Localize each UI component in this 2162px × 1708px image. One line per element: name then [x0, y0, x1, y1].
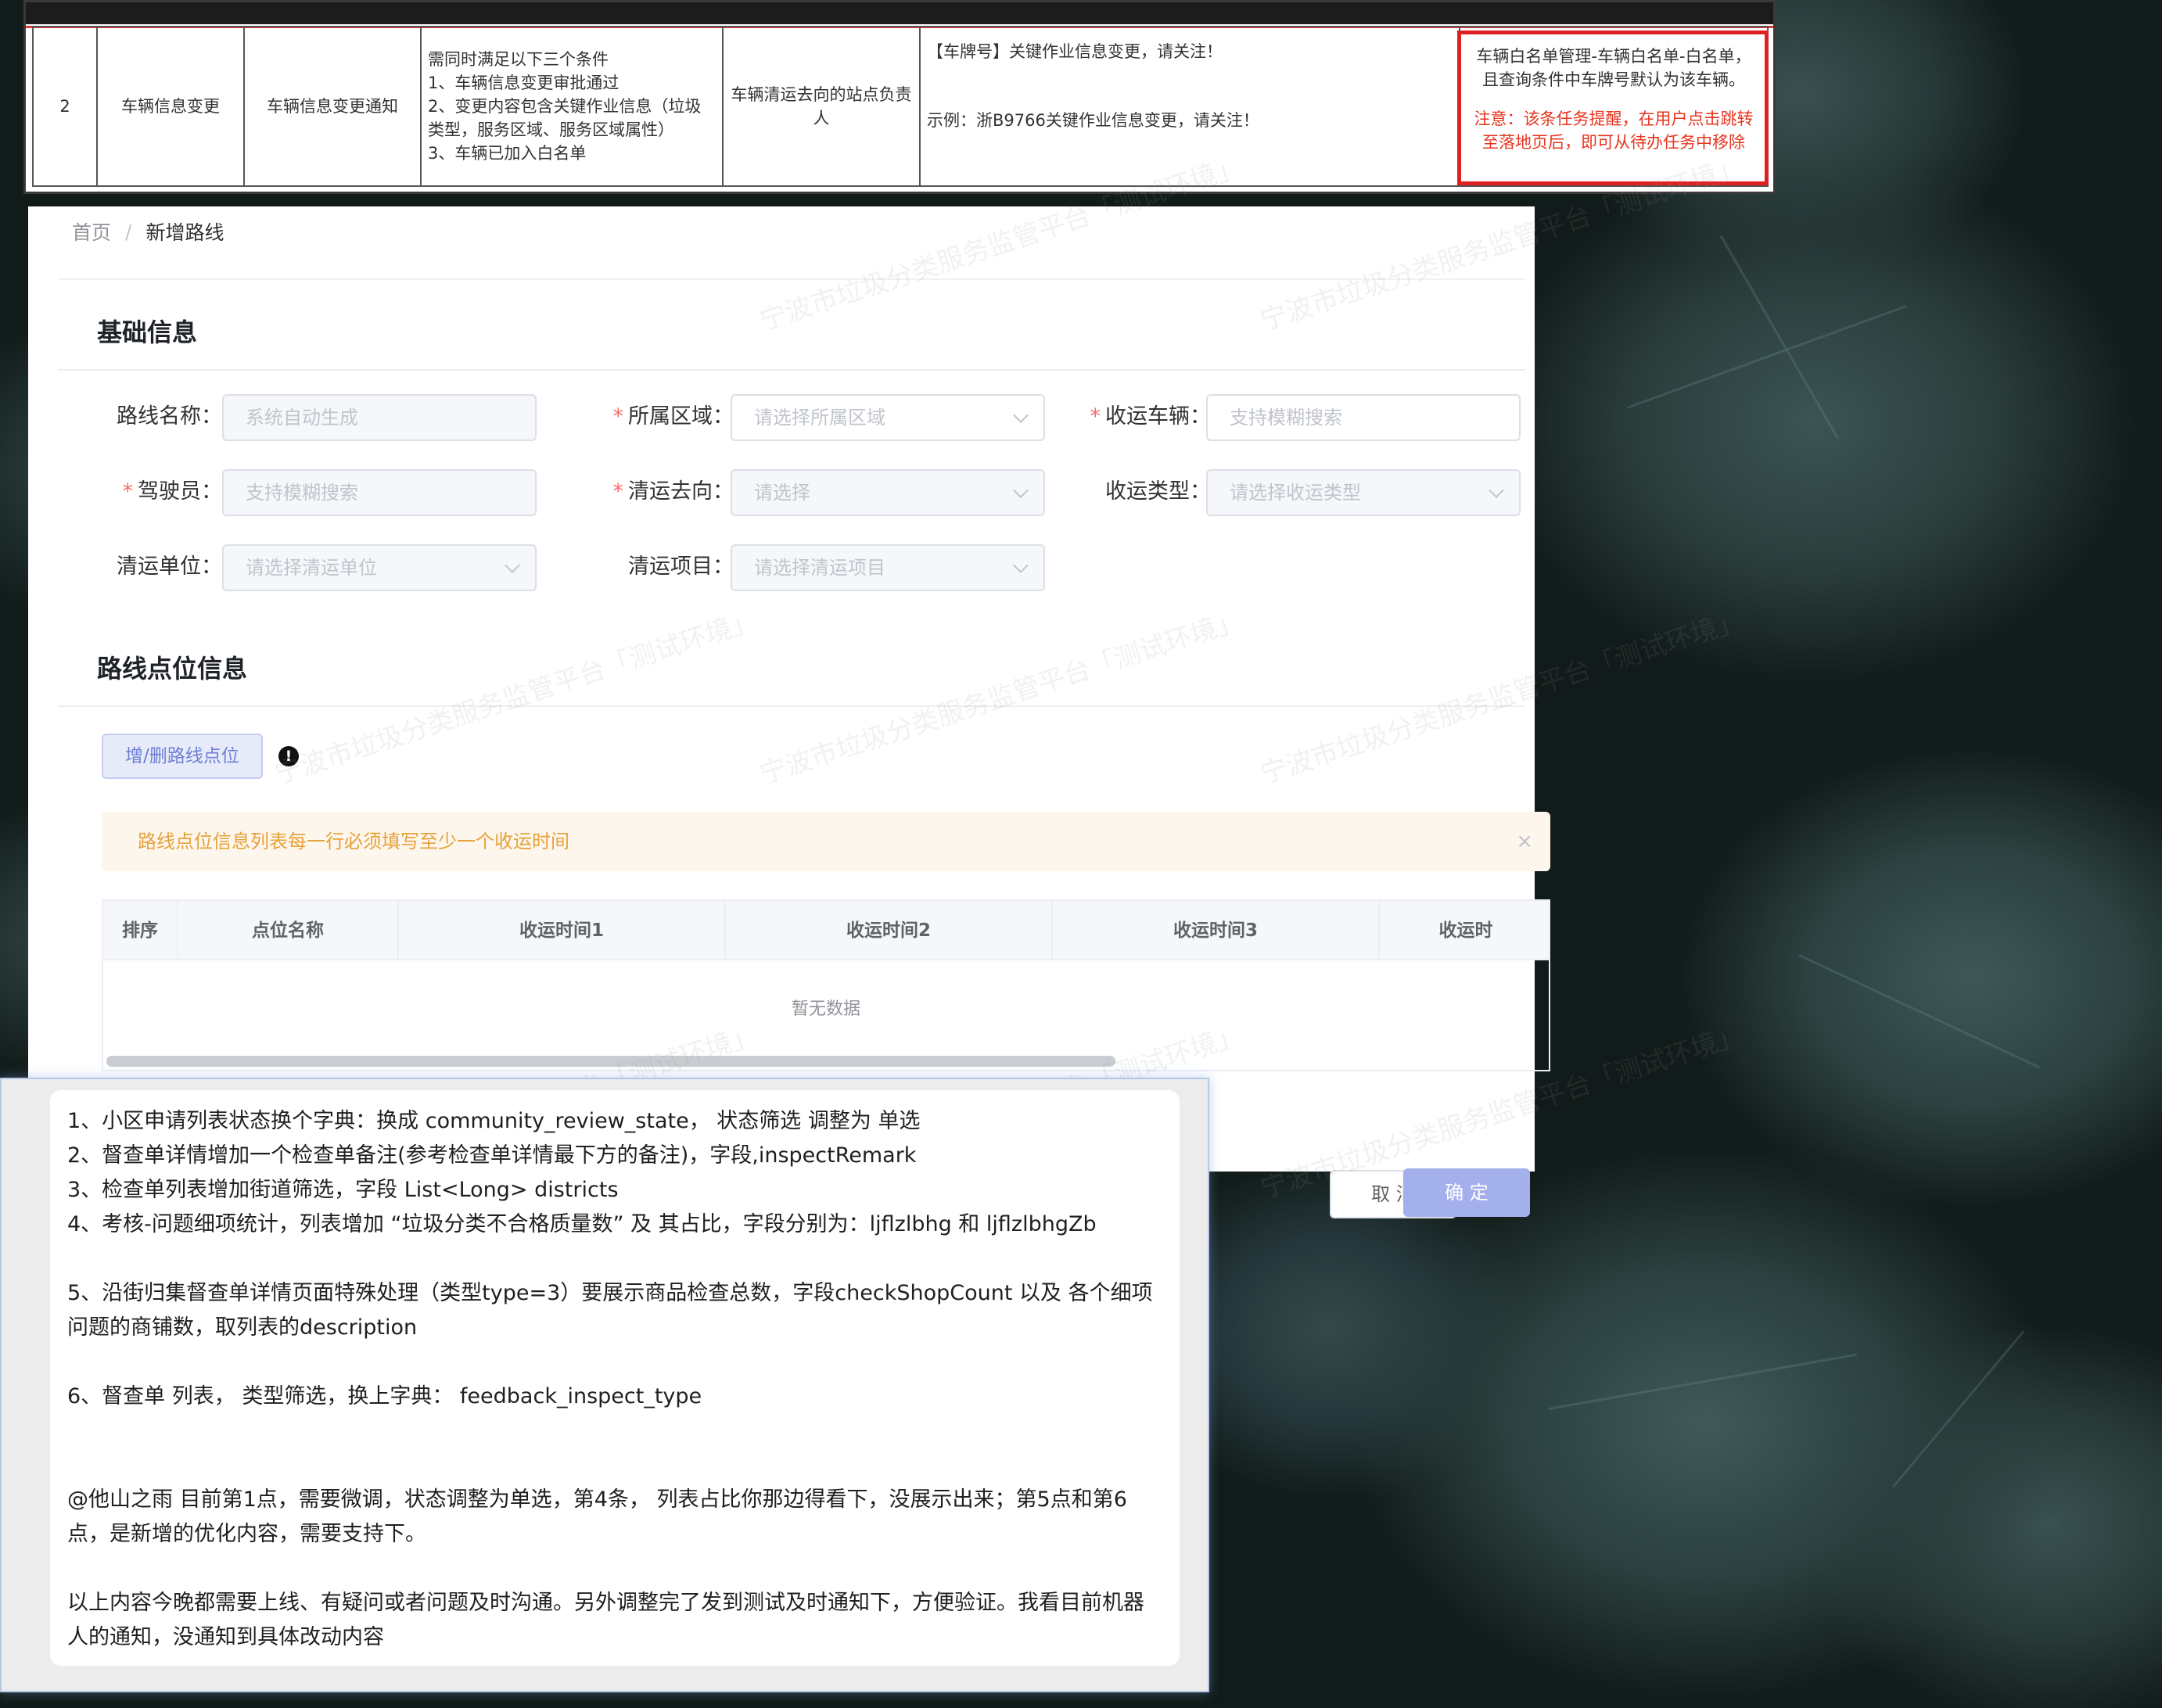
- chevron-down-icon: [505, 558, 520, 573]
- note-warning: 注意：该条任务提醒，在用户点击跳转至落地页后，即可从待办任务中移除: [1474, 109, 1754, 152]
- chat-message-panel: 1、小区申请列表状态换个字典：换成 community_review_state…: [0, 1078, 1209, 1692]
- row-index: 2: [34, 27, 98, 185]
- destination-label: * 清运去向：: [612, 479, 734, 504]
- empty-state-text: 暂无数据: [791, 999, 860, 1019]
- chevron-down-icon: [1489, 483, 1504, 498]
- column-header: 收运时间3: [1053, 901, 1380, 960]
- message-line: 1、小区申请列表状态换个字典：换成 community_review_state…: [67, 1109, 921, 1133]
- alert-text: 路线点位信息列表每一行必须填写至少一个收运时间: [138, 831, 569, 852]
- collect-type-select[interactable]: 请选择收运类型: [1206, 469, 1521, 516]
- chat-message-bubble[interactable]: 1、小区申请列表状态换个字典：换成 community_review_state…: [50, 1090, 1180, 1666]
- message-line: 6、督查单 列表， 类型筛选，换上字典： feedback_inspect_ty…: [67, 1384, 702, 1408]
- row-message: 【车牌号】关键作业信息变更，请关注！ 示例：浙B9766关键作业信息变更，请关注…: [921, 27, 1460, 185]
- row-note: 车辆白名单管理-车辆白名单-白名单，且查询条件中车牌号默认为该车辆。 注意：该条…: [1457, 27, 1769, 185]
- form-body: 基础信息 路线名称： 系统自动生成 * 所属区域： 请选择所属区域 * 收运车辆： …: [58, 278, 1550, 1218]
- condition-line: 1、车辆信息变更审批通过: [428, 74, 620, 92]
- message-line: 5、沿街归集督查单详情页面特殊处理（类型type=3）要展示商品检查总数，字段c…: [67, 1281, 1153, 1340]
- condition-line: 2、变更内容包含关键作业信息（垃圾: [428, 97, 702, 116]
- row-recipient: 车辆清运去向的站点负责人: [724, 27, 921, 185]
- route-points-table: 排序 点位名称 收运时间1 收运时间2 收运时间3 收运时 暂无数据: [102, 899, 1550, 1071]
- collect-type-label: 收运类型：: [1105, 479, 1211, 504]
- row-category: 车辆信息变更: [98, 27, 245, 185]
- column-header: 收运时: [1438, 920, 1493, 941]
- breadcrumb-home-link[interactable]: 首页: [72, 217, 111, 246]
- edit-route-points-button[interactable]: 增/删路线点位: [102, 734, 263, 779]
- region-label: * 所属区域：: [612, 404, 734, 429]
- add-route-form-window: 首页 / 新增路线 基础信息 路线名称： 系统自动生成 * 所属区域： 请选择所属…: [28, 151, 1747, 1218]
- breadcrumb-current: 新增路线: [145, 221, 224, 244]
- message-line: 以上内容今晚都需要上线、有疑问或者问题及时沟通。另外调整完了发到测试及时通知下，…: [67, 1591, 1144, 1649]
- section-divider: [58, 705, 1525, 707]
- route-name-label: 路线名称：: [117, 404, 222, 429]
- message-line: 3、检查单列表增加街道筛选，字段 List<Long> districts: [67, 1178, 619, 1202]
- driver-input[interactable]: 支持模糊搜索: [222, 469, 537, 516]
- section-divider: [58, 369, 1525, 371]
- condition-line: 类型，服务区域、服务区域属性）: [428, 120, 674, 139]
- note-text: 车辆白名单管理-车辆白名单-白名单，且查询条件中车牌号默认为该车辆。: [1476, 47, 1751, 89]
- close-icon[interactable]: ×: [1516, 812, 1533, 871]
- table-top-bar: [26, 2, 1773, 24]
- condition-line: 需同时满足以下三个条件: [428, 50, 609, 69]
- vehicle-input[interactable]: 支持模糊搜索: [1206, 394, 1521, 441]
- message-example: 示例：浙B9766关键作业信息变更，请关注！: [927, 111, 1259, 130]
- destination-select[interactable]: 请选择: [731, 469, 1045, 516]
- exclamation-circle-icon[interactable]: !: [278, 746, 299, 766]
- column-header: 排序: [103, 901, 178, 960]
- vehicle-label: * 收运车辆：: [1090, 404, 1212, 429]
- company-select[interactable]: 请选择清运单位: [222, 544, 537, 591]
- notification-table-screenshot: 2 车辆信息变更 车辆信息变更通知 需同时满足以下三个条件 1、车辆信息变更审批…: [23, 0, 1776, 194]
- breadcrumb: 首页 / 新增路线: [72, 214, 224, 249]
- table-header: 排序 点位名称 收运时间1 收运时间2 收运时间3 收运时: [103, 901, 1549, 960]
- driver-label: * 驾驶员：: [122, 479, 223, 504]
- route-name-input[interactable]: 系统自动生成: [222, 394, 537, 441]
- message-line: 2、督查单详情增加一个检查单备注(参考检查单详情最下方的备注)，字段,inspe…: [67, 1143, 917, 1168]
- condition-line: 3、车辆已加入白名单: [428, 144, 587, 163]
- column-header: 收运时间1: [399, 901, 726, 960]
- horizontal-scrollbar[interactable]: [106, 1056, 1115, 1067]
- basic-info-title: 基础信息: [97, 318, 198, 347]
- ok-button[interactable]: 确 定: [1403, 1168, 1530, 1217]
- chevron-down-icon: [1013, 558, 1029, 573]
- column-header: 点位名称: [178, 901, 399, 960]
- column-header: 收运时间2: [726, 901, 1053, 960]
- region-select[interactable]: 请选择所属区域: [731, 394, 1045, 441]
- route-info-title: 路线点位信息: [97, 654, 248, 684]
- company-label: 清运单位：: [117, 554, 222, 579]
- table-row: 2 车辆信息变更 车辆信息变更通知 需同时满足以下三个条件 1、车辆信息变更审批…: [32, 26, 1769, 187]
- chevron-down-icon: [1013, 407, 1029, 423]
- chevron-down-icon: [1013, 483, 1029, 498]
- row-conditions: 需同时满足以下三个条件 1、车辆信息变更审批通过 2、变更内容包含关键作业信息（…: [422, 27, 724, 185]
- message-template: 【车牌号】关键作业信息变更，请关注！: [927, 42, 1223, 61]
- breadcrumb-separator: /: [125, 220, 132, 243]
- project-select[interactable]: 请选择清运项目: [731, 544, 1045, 591]
- row-name: 车辆信息变更通知: [245, 27, 422, 185]
- message-line: 4、考核-问题细项统计，列表增加 “垃圾分类不合格质量数” 及 其占比，字段分别…: [67, 1212, 1097, 1236]
- project-label: 清运项目：: [628, 554, 734, 579]
- mention-line: @他山之雨 目前第1点，需要微调，状态调整为单选，第4条， 列表占比你那边得看下…: [67, 1487, 1127, 1546]
- alert-banner: 路线点位信息列表每一行必须填写至少一个收运时间 ×: [102, 812, 1550, 871]
